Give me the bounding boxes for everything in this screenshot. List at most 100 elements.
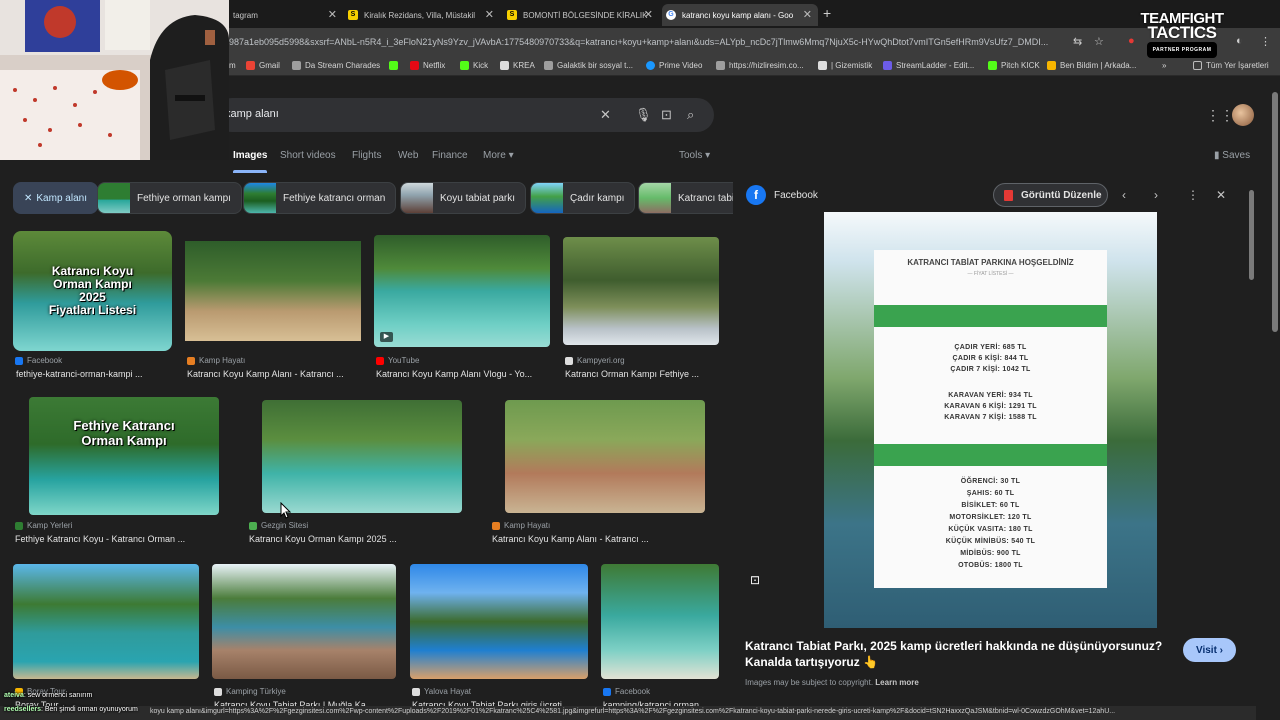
result-title[interactable]: Katrancı Koyu Kamp Alanı Vlogu - Yo... xyxy=(376,369,532,379)
close-icon[interactable]: ✕ xyxy=(644,8,653,21)
close-icon[interactable]: ✕ xyxy=(24,193,32,204)
tab-images[interactable]: Images xyxy=(233,150,268,173)
thumbnail-caption: Fiyatları Listesi xyxy=(48,303,137,317)
bookmark-star-icon[interactable]: ☆ xyxy=(1094,35,1104,48)
previous-icon[interactable]: ‹ xyxy=(1122,188,1126,202)
tab-web[interactable]: Web xyxy=(398,150,418,161)
green-band xyxy=(874,305,1107,327)
bookmark-item[interactable]: | Gizemistik xyxy=(818,61,872,70)
learn-more-link[interactable]: Learn more xyxy=(875,678,919,687)
chip-katranci-tabiat[interactable]: Katrancı tabi xyxy=(638,182,733,214)
site-favicon-icon: S xyxy=(348,10,358,20)
bookmark-item[interactable]: Prime Video xyxy=(646,61,702,70)
bookmark-item[interactable]: Galaktik bir sosyal t... xyxy=(544,61,633,70)
chip-koyu-tabiat[interactable]: Koyu tabiat parkı xyxy=(400,182,527,214)
result-title[interactable]: Katrancı Koyu Orman Kampı 2025 ... xyxy=(249,534,397,544)
chip-thumbnail xyxy=(639,183,671,213)
lens-search-icon[interactable]: ⊡ xyxy=(750,573,760,587)
tab-kiralik-rezidans[interactable]: S Kiralık Rezidans, Villa, Müstakil ✕ xyxy=(344,4,500,26)
result-title[interactable]: fethiye-katranci-orman-kampi ... xyxy=(16,369,143,379)
chip-fethiye-katranci[interactable]: Fethiye katrancı orman xyxy=(243,182,397,214)
bookmark-item[interactable] xyxy=(389,61,402,70)
tab-short-videos[interactable]: Short videos xyxy=(280,150,336,161)
bookmark-item[interactable]: Gmail xyxy=(246,61,280,70)
result-title[interactable]: Katrancı Koyu Kamp Alanı - Katrancı ... xyxy=(187,369,344,379)
google-images-page: kamp alanı ✕ 🎙 ⊡ ⌕ ⋮⋮ Images Short video… xyxy=(0,76,1280,720)
tab-bomonti[interactable]: S BOMONTİ BÖLGESİNDE KİRALIK ✕ xyxy=(503,4,659,26)
close-icon[interactable]: ✕ xyxy=(803,8,812,21)
result-source: Gezgin Sitesi xyxy=(249,521,308,530)
apps-grid-icon[interactable]: ⋮⋮ xyxy=(1206,107,1234,124)
webcam-feed xyxy=(0,0,229,160)
kick-icon xyxy=(389,61,398,70)
url-field[interactable]: 987a1eb095d5998&sxsrf=ANbL-n5R4_i_3eFloN… xyxy=(229,37,1064,47)
page-scrollbar[interactable] xyxy=(1272,92,1278,332)
facebook-icon xyxy=(603,687,611,696)
more-options-icon[interactable]: ⋮ xyxy=(1187,188,1199,202)
result-title[interactable]: Katrancı Koyu Kamp Alanı - Katrancı ... xyxy=(492,534,649,544)
image-result[interactable]: Yalova Hayat Katrancı Koyu Tabiat Parkı … xyxy=(410,564,590,714)
result-title[interactable]: Fethiye Katrancı Koyu - Katrancı Orman .… xyxy=(15,534,185,544)
microphone-icon[interactable]: 🎙 xyxy=(635,107,652,123)
image-result[interactable]: Kamp Hayatı Katrancı Koyu Kamp Alanı - K… xyxy=(490,397,720,547)
panel-scrollbar[interactable] xyxy=(1249,190,1254,280)
all-bookmarks[interactable]: Tüm Yer İşaretleri xyxy=(1193,61,1269,70)
more-bookmarks-icon[interactable]: » xyxy=(1162,61,1166,70)
result-source: Kamp Hayatı xyxy=(492,521,550,530)
panel-caption[interactable]: Katrancı Tabiat Parkı, 2025 kamp ücretle… xyxy=(745,638,1165,670)
bookmark-item[interactable]: Ben Bildim | Arkada... xyxy=(1047,61,1136,70)
edit-image-button[interactable]: Görüntü Düzenle xyxy=(993,183,1108,207)
tab-finance[interactable]: Finance xyxy=(432,150,468,161)
close-icon[interactable]: ✕ xyxy=(485,8,494,21)
image-result[interactable]: ▶ YouTube Katrancı Koyu Kamp Alanı Vlogu… xyxy=(374,231,550,381)
bookmark-item[interactable]: https://hizliresim.co... xyxy=(716,61,804,70)
bookmark-item[interactable]: Da Stream Charades xyxy=(292,61,380,70)
bookmark-item[interactable]: KREA xyxy=(500,61,535,70)
price-line: MİDİBÜS: 900 TL xyxy=(960,550,1021,557)
price-line: ŞAHIS: 60 TL xyxy=(966,490,1015,497)
next-icon[interactable]: › xyxy=(1154,188,1158,202)
tab-more[interactable]: More ▾ xyxy=(483,150,514,161)
tab-flights[interactable]: Flights xyxy=(352,150,381,161)
panel-source-name[interactable]: Facebook xyxy=(774,190,818,201)
result-title[interactable]: Katrancı Orman Kampı Fethiye ... xyxy=(565,369,699,379)
thumbnail-caption: Orman Kampı xyxy=(81,433,167,448)
close-icon[interactable]: ✕ xyxy=(1216,188,1226,202)
search-box[interactable]: kamp alanı ✕ 🎙 ⊡ ⌕ xyxy=(215,98,714,132)
chip-kamp-alani[interactable]: ✕ Kamp alanı xyxy=(13,182,98,214)
new-tab-icon[interactable]: + xyxy=(823,5,831,21)
profile-icon[interactable]: ◐ xyxy=(1236,35,1243,47)
preview-image[interactable]: KATRANCI TABİAT PARKINA HOŞGELDİNİZ — Fİ… xyxy=(824,212,1157,628)
translate-icon[interactable]: ⇆ xyxy=(1073,35,1082,48)
image-result[interactable]: Gezgin Sitesi Katrancı Koyu Orman Kampı … xyxy=(247,397,477,547)
avatar[interactable] xyxy=(1232,104,1254,126)
search-icon[interactable]: ⌕ xyxy=(687,107,694,123)
bookmark-item[interactable]: Netflix xyxy=(410,61,445,70)
tools-button[interactable]: Tools ▾ xyxy=(679,150,710,161)
image-result[interactable]: Katrancı Koyu Orman Kampı 2025 Fiyatları… xyxy=(13,231,173,381)
chip-thumbnail xyxy=(98,183,130,213)
bookmark-item[interactable]: Pitch KICK xyxy=(988,61,1040,70)
google-icon xyxy=(818,61,827,70)
image-result[interactable]: Facebook kamping/katranci orman ... xyxy=(601,564,721,714)
image-result[interactable]: Kamping Türkiye Katrancı Koyu Tabiat Par… xyxy=(212,564,398,714)
tab-google-search[interactable]: G katrancı koyu kamp alanı - Goo ✕ xyxy=(662,4,818,26)
image-result[interactable]: Kamp Hayatı Katrancı Koyu Kamp Alanı - K… xyxy=(185,231,361,381)
clear-icon[interactable]: ✕ xyxy=(600,107,611,123)
image-result[interactable]: Kampyeri.org Katrancı Orman Kampı Fethiy… xyxy=(563,231,723,381)
result-thumbnail xyxy=(410,564,588,679)
chip-fethiye-orman[interactable]: Fethiye orman kampı xyxy=(97,182,242,214)
visit-button[interactable]: Visit › xyxy=(1183,638,1236,662)
yalova-hayat-icon xyxy=(412,687,420,696)
menu-dots-icon[interactable]: ⋮ xyxy=(1260,35,1271,48)
chip-cadir-kampi[interactable]: Çadır kampı xyxy=(530,182,636,214)
lens-icon[interactable]: ⊡ xyxy=(661,107,672,123)
search-input[interactable]: kamp alanı xyxy=(225,108,279,120)
bookmark-item[interactable]: Kick xyxy=(460,61,488,70)
saves-button[interactable]: ▮ Saves xyxy=(1214,150,1250,161)
bookmark-item[interactable]: StreamLadder - Edit... xyxy=(883,61,974,70)
image-result[interactable]: Fethiye Katrancı Orman Kampı Kamp Yerler… xyxy=(13,397,235,547)
bookmark-item[interactable]: m xyxy=(229,61,236,70)
tab-instagram[interactable]: tagram ✕ xyxy=(229,4,343,26)
close-icon[interactable]: ✕ xyxy=(328,8,337,21)
